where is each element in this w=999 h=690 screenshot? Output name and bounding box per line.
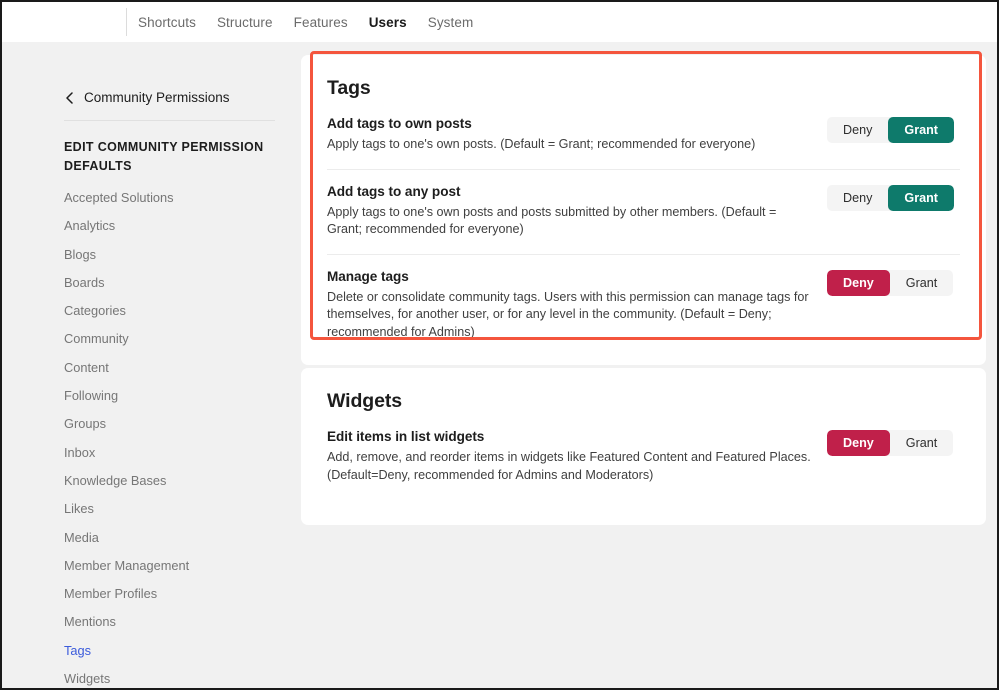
grant-button[interactable]: Grant [888, 117, 954, 143]
sidebar-item-knowledge-bases[interactable]: Knowledge Bases [64, 467, 284, 495]
sidebar: Community Permissions EDIT COMMUNITY PER… [2, 42, 301, 688]
nav-tab-system[interactable]: System [428, 15, 474, 30]
permission-description: Apply tags to one's own posts and posts … [327, 204, 777, 237]
sidebar-item-categories[interactable]: Categories [64, 297, 284, 325]
sidebar-nav-list: Accepted Solutions Analytics Blogs Boards Ca… [64, 184, 284, 688]
permission-name: Add tags to own posts [327, 116, 472, 131]
permission-description: Delete or consolidate community tags. Us… [327, 289, 809, 339]
permission-row: Add tags to any post Apply tags to one's … [327, 168, 960, 254]
permission-description: Add, remove, and reorder items in widget… [327, 450, 811, 482]
sidebar-item-inbox[interactable]: Inbox [64, 439, 284, 467]
permission-toggle-group: Deny Grant [827, 184, 954, 211]
nav-tab-features[interactable]: Features [294, 15, 348, 30]
permission-row: Manage tags Delete or consolidate communi… [327, 253, 960, 357]
permission-text: Manage tags Delete or consolidate communi… [327, 269, 827, 342]
sidebar-section-title: EDIT COMMUNITY PERMISSION DEFAULTS [64, 140, 264, 173]
sidebar-item-likes[interactable]: Likes [64, 495, 284, 523]
nav-items: Shortcuts Structure Features Users System [138, 2, 473, 42]
sidebar-item-member-profiles[interactable]: Member Profiles [64, 580, 284, 608]
permission-card-widgets: Widgets Edit items in list widgets Add, re… [301, 368, 986, 525]
page-body: Community Permissions EDIT COMMUNITY PER… [2, 42, 997, 688]
sidebar-item-following[interactable]: Following [64, 382, 284, 410]
grant-button[interactable]: Grant [890, 270, 954, 296]
deny-button[interactable]: Deny [827, 117, 888, 143]
permission-toggle-group: Deny Grant [827, 269, 954, 296]
permission-text: Edit items in list widgets Add, remove, a… [327, 429, 827, 484]
permission-description: Apply tags to one's own posts. (Default … [327, 137, 756, 151]
nav-tab-structure[interactable]: Structure [217, 15, 273, 30]
permission-name: Manage tags [327, 268, 409, 284]
card-inner: Tags Add tags to own posts Apply tags to o… [301, 55, 986, 365]
sidebar-item-blogs[interactable]: Blogs [64, 241, 284, 269]
sidebar-item-widgets[interactable]: Widgets [64, 665, 284, 688]
sidebar-item-member-management[interactable]: Member Management [64, 552, 284, 580]
deny-button[interactable]: Deny [827, 430, 890, 456]
card-bottom-spacer [327, 499, 960, 525]
card-title: Tags [327, 77, 371, 99]
grant-button[interactable]: Grant [888, 184, 954, 211]
nav-divider [126, 8, 127, 36]
back-to-community-permissions[interactable]: Community Permissions [64, 90, 230, 105]
permission-toggle-group: Deny Grant [827, 117, 954, 143]
sidebar-item-boards[interactable]: Boards [64, 269, 284, 297]
sidebar-item-accepted-solutions[interactable]: Accepted Solutions [64, 184, 284, 212]
sidebar-item-analytics[interactable]: Analytics [64, 212, 284, 240]
sidebar-item-media[interactable]: Media [64, 524, 284, 552]
main-content: Tags Add tags to own posts Apply tags to o… [301, 42, 997, 688]
permission-row: Edit items in list widgets Add, remove, a… [327, 415, 960, 499]
permission-text: Add tags to own posts Apply tags to one's… [327, 116, 827, 154]
card-title: Widgets [327, 390, 402, 412]
permission-name: Edit items in list widgets [327, 429, 485, 444]
sidebar-item-mentions[interactable]: Mentions [64, 608, 284, 636]
grant-button[interactable]: Grant [890, 430, 954, 456]
chevron-left-icon [64, 92, 75, 104]
sidebar-item-content[interactable]: Content [64, 354, 284, 382]
app-window: Shortcuts Structure Features Users System Co… [0, 0, 999, 690]
sidebar-item-tags[interactable]: Tags [64, 637, 284, 665]
sidebar-divider [64, 120, 275, 121]
nav-tab-users[interactable]: Users [369, 15, 407, 30]
permission-text: Add tags to any post Apply tags to one's … [327, 184, 827, 239]
deny-button[interactable]: Deny [827, 185, 888, 211]
permission-toggle-group: Deny Grant [827, 430, 954, 456]
card-bottom-spacer [327, 356, 960, 365]
sidebar-item-groups[interactable]: Groups [64, 410, 284, 438]
permission-card-tags: Tags Add tags to own posts Apply tags to o… [301, 55, 986, 365]
top-navigation-bar: Shortcuts Structure Features Users System [2, 2, 997, 42]
card-inner: Widgets Edit items in list widgets Add, re… [301, 368, 986, 525]
deny-button[interactable]: Deny [827, 269, 890, 296]
sidebar-item-community[interactable]: Community [64, 325, 284, 353]
nav-tab-shortcuts[interactable]: Shortcuts [138, 15, 196, 30]
permission-name: Add tags to any post [327, 183, 461, 199]
permission-row: Add tags to own posts Apply tags to one's… [327, 102, 960, 169]
back-label: Community Permissions [84, 90, 230, 105]
